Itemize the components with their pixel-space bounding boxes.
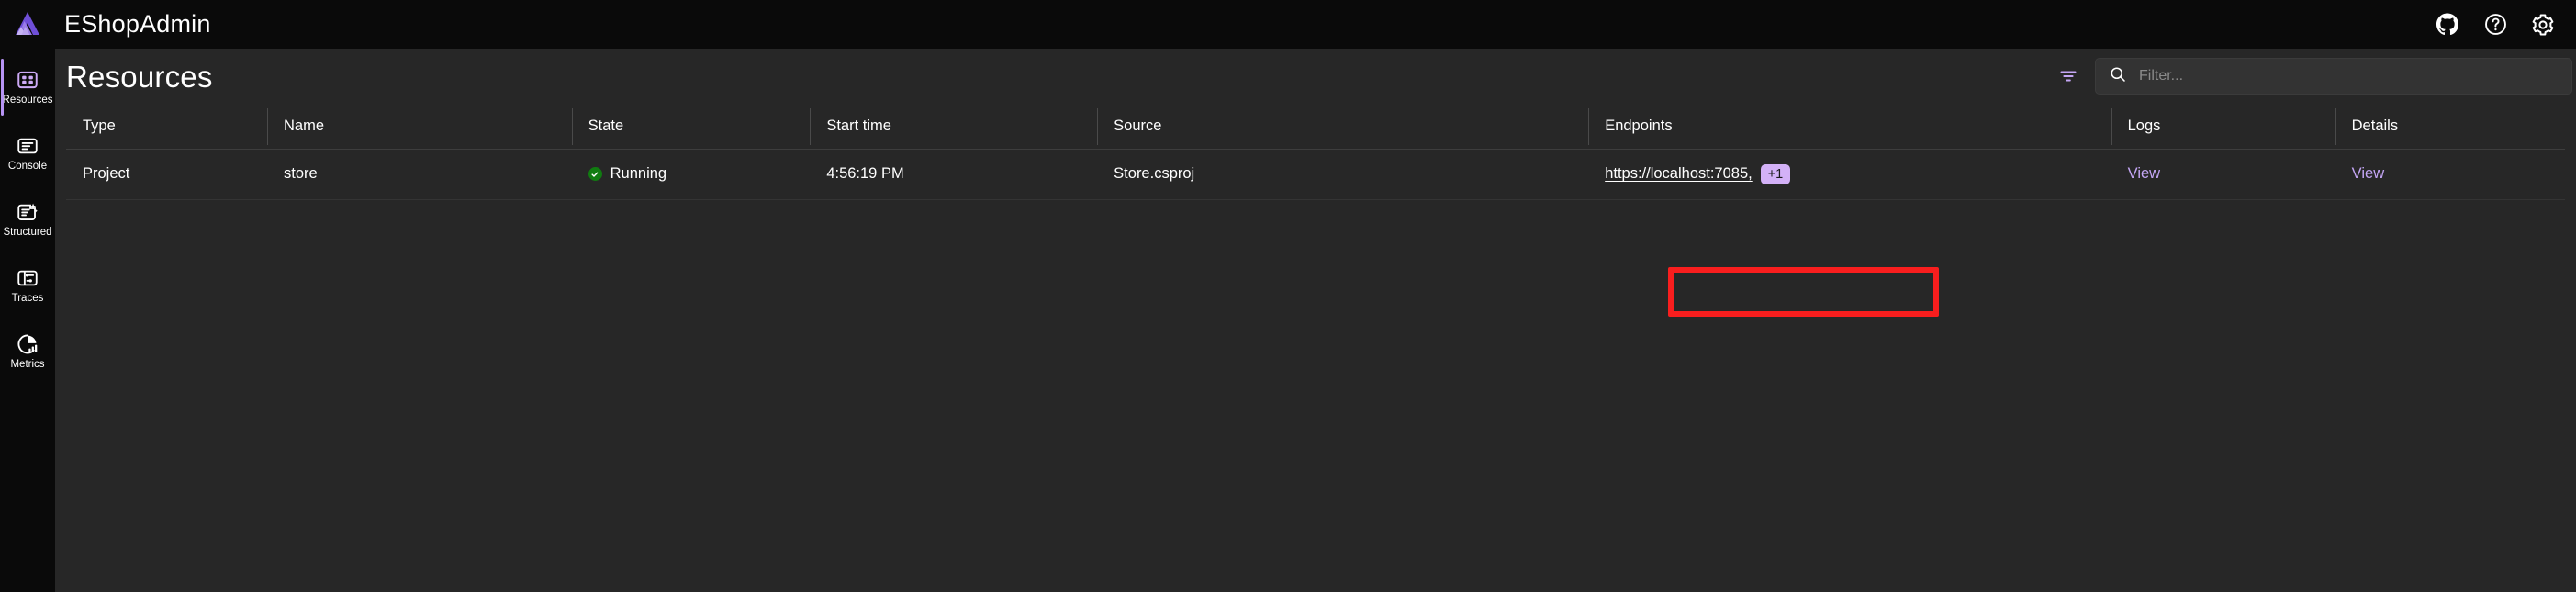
page-title: Resources [66, 59, 213, 94]
sidebar-item-label: Resources [2, 95, 53, 106]
sidebar-item-label: Traces [11, 293, 44, 304]
content-panel: Resources Filter... Type Name State Star… [55, 49, 2576, 592]
console-log-icon [16, 134, 39, 158]
sidebar-item-metrics[interactable]: Metrics [0, 318, 55, 385]
cell-start-time: 4:56:19 PM [810, 149, 1098, 200]
search-input[interactable] [2139, 68, 2559, 84]
sidebar-item-label: Metrics [10, 359, 45, 370]
cell-source: Store.csproj [1097, 149, 1589, 200]
column-header-logs[interactable]: Logs [2111, 105, 2335, 150]
cell-logs: View [2111, 149, 2335, 200]
body-area: Resources Console Structured Traces Metr… [0, 49, 2576, 592]
filter-lines-icon[interactable] [2055, 62, 2082, 90]
logs-view-link[interactable]: View [2128, 165, 2160, 182]
help-icon[interactable] [2482, 12, 2508, 38]
github-icon[interactable] [2435, 12, 2460, 38]
sidebar-item-console[interactable]: Console [0, 120, 55, 186]
cell-details: View [2335, 149, 2565, 200]
sidebar-item-resources[interactable]: Resources [0, 54, 55, 120]
cell-endpoints: https://localhost:7085, +1 [1588, 149, 2111, 200]
aspire-dashboard: EShopAdmin Resources Console Structured … [0, 0, 2576, 592]
sidebar-nav: Resources Console Structured Traces Metr… [0, 49, 55, 592]
column-header-state[interactable]: State [571, 105, 811, 150]
details-view-link[interactable]: View [2352, 165, 2384, 182]
status-badge: Running [610, 165, 667, 182]
column-header-endpoints[interactable]: Endpoints [1588, 105, 2111, 150]
traces-gantt-icon [16, 266, 39, 290]
top-bar: EShopAdmin [0, 0, 2576, 49]
column-header-start-time[interactable]: Start time [810, 105, 1098, 150]
search-box[interactable] [2095, 58, 2572, 95]
settings-gear-icon[interactable] [2530, 12, 2556, 38]
sidebar-item-structured[interactable]: Structured [0, 186, 55, 252]
cell-type: Project [66, 149, 267, 200]
app-title: EShopAdmin [64, 10, 211, 38]
endpoint-url-link[interactable]: https://localhost:7085, [1605, 165, 1753, 183]
search-magnifier-icon [2109, 65, 2127, 88]
cell-name: store [267, 149, 572, 200]
topbar-actions [2435, 0, 2556, 49]
column-header-type[interactable]: Type [66, 105, 267, 150]
metrics-pie-chart-icon [16, 332, 39, 356]
resources-table-wrapper: Type Name State Start time Source Endpoi… [55, 105, 2576, 592]
cell-state: Running [571, 149, 811, 200]
grid-four-squares-icon [16, 68, 39, 92]
column-header-name[interactable]: Name [267, 105, 572, 150]
aspire-logo-icon[interactable] [0, 11, 55, 39]
structured-log-sparkle-icon [16, 200, 39, 224]
column-header-source[interactable]: Source [1097, 105, 1589, 150]
header-tools [2055, 58, 2572, 95]
sidebar-item-label: Structured [3, 227, 52, 238]
table-row[interactable]: Project store Running 4:56:19 PM Store.c… [66, 149, 2565, 200]
checkmark-circle-icon [588, 167, 602, 181]
sidebar-item-traces[interactable]: Traces [0, 252, 55, 318]
endpoint-more-badge[interactable]: +1 [1760, 163, 1791, 184]
table-header-row: Type Name State Start time Source Endpoi… [66, 105, 2565, 150]
column-header-details[interactable]: Details [2335, 105, 2565, 150]
sidebar-item-label: Console [7, 161, 48, 172]
page-header: Resources [55, 49, 2576, 105]
resources-table: Type Name State Start time Source Endpoi… [66, 105, 2565, 200]
